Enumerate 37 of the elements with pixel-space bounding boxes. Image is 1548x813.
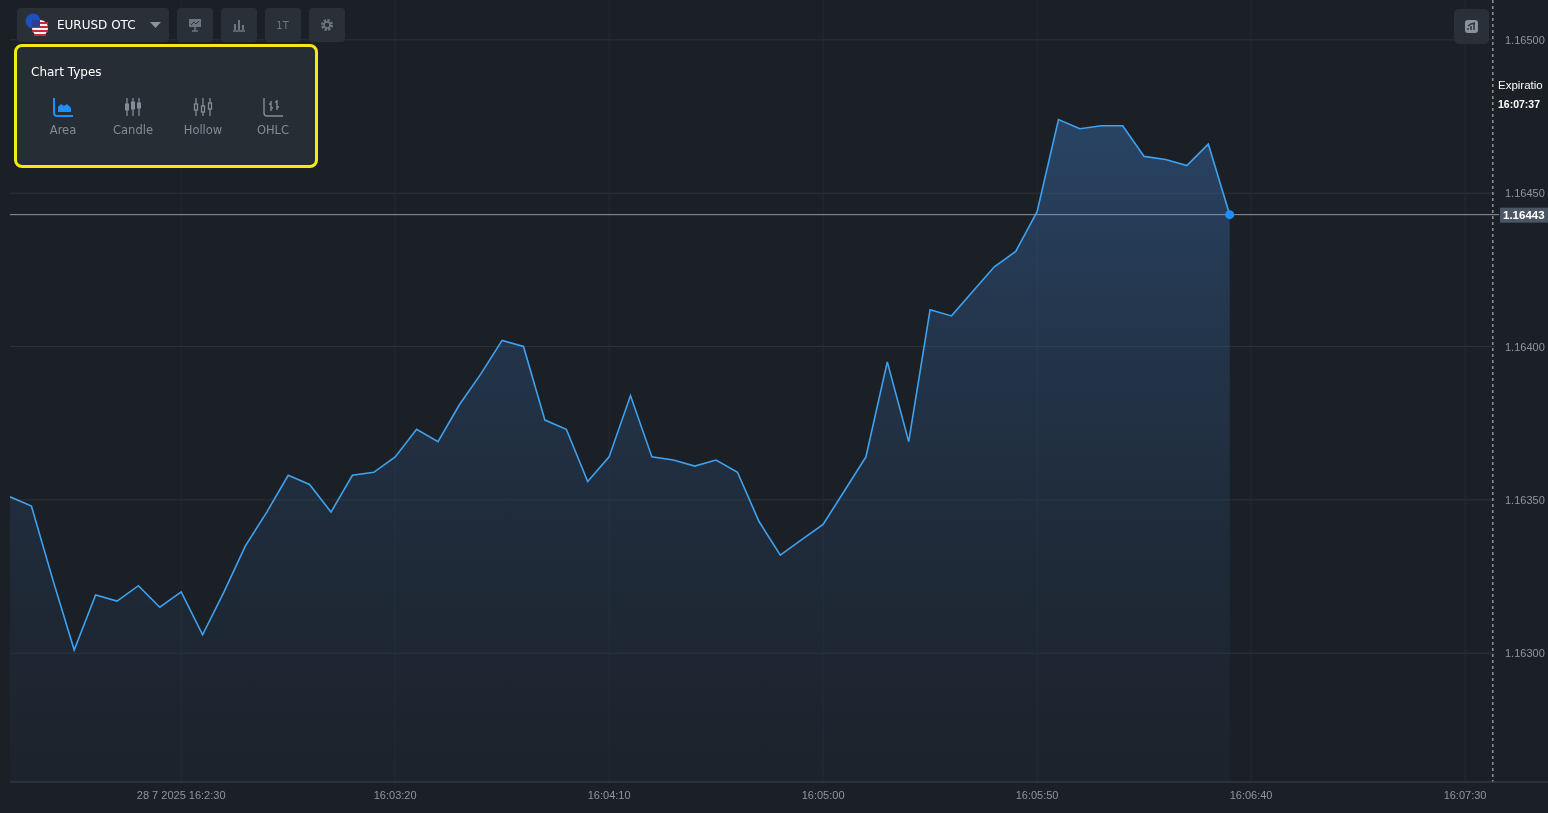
axis-label: 1.16500 bbox=[1505, 33, 1545, 46]
expiration-label: Expiratio bbox=[1498, 79, 1543, 91]
hollow-candle-icon bbox=[192, 97, 214, 117]
current-price-dot bbox=[1225, 210, 1235, 220]
price-tag: 1.16443 bbox=[1500, 207, 1548, 223]
timeframe-button[interactable]: 1T bbox=[264, 8, 301, 42]
flag-icon bbox=[25, 13, 49, 37]
chart-type-option[interactable]: Hollow bbox=[171, 95, 235, 139]
chart-type-option[interactable]: Area bbox=[31, 95, 95, 139]
axis-label: 16:07:30 bbox=[1443, 789, 1487, 801]
area-chart-icon bbox=[52, 97, 74, 117]
chart-icon bbox=[1465, 20, 1478, 33]
caret-icon bbox=[149, 22, 161, 28]
axis-label: 28 7 2025 16:2:30 bbox=[136, 789, 226, 801]
axis-label: 16:04:10 bbox=[587, 789, 631, 801]
axis-label: 1.16400 bbox=[1505, 340, 1545, 353]
axis-label: 1.16300 bbox=[1505, 647, 1545, 660]
candlestick-icon bbox=[123, 97, 143, 117]
bar-chart-icon bbox=[231, 18, 246, 32]
panel-title: Chart Types bbox=[31, 65, 103, 79]
asset-selector[interactable]: EURUSD OTC bbox=[17, 8, 169, 42]
axis-label: 1.16350 bbox=[1505, 493, 1545, 506]
stats-button[interactable] bbox=[1454, 9, 1489, 44]
ohlc-bars-icon bbox=[262, 97, 284, 117]
axis-label: 1.16450 bbox=[1505, 187, 1545, 200]
settings-button[interactable] bbox=[308, 8, 345, 42]
expiration-time: 16:07:37 bbox=[1498, 98, 1542, 110]
chart-type-option[interactable]: Candle bbox=[101, 95, 165, 139]
chart-type-option[interactable]: OHLC bbox=[241, 95, 305, 139]
axis-label: 16:05:00 bbox=[801, 789, 845, 801]
indicators-button[interactable] bbox=[220, 8, 257, 42]
axis-label: 16:03:20 bbox=[373, 789, 417, 801]
easel-chart-icon bbox=[187, 18, 202, 32]
axis-label: 16:06:40 bbox=[1229, 789, 1273, 801]
drawings-button[interactable] bbox=[176, 8, 213, 42]
settings-icon bbox=[319, 18, 334, 32]
axis-label: 16:05:50 bbox=[1015, 789, 1059, 801]
